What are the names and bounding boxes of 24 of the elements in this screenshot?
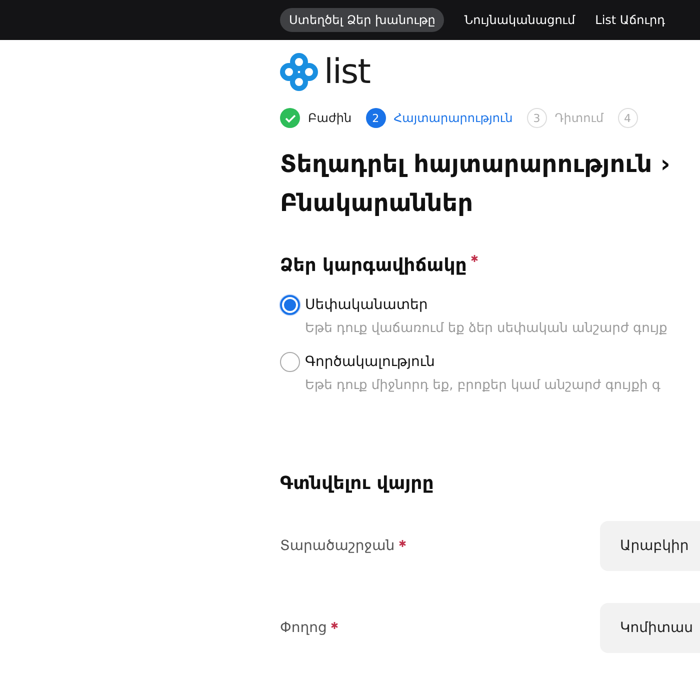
- step-number: 2: [366, 108, 386, 128]
- step-label: Դիտում: [554, 111, 604, 125]
- step-number: 3: [526, 108, 547, 128]
- option-description: Եթե դուք վաճառում եք ձեր սեփական անշարժ գույք: [305, 321, 668, 336]
- radio-button[interactable]: [280, 352, 300, 372]
- radio-label: Սեփականատեր: [305, 297, 428, 313]
- clover-logo-icon: [280, 53, 318, 91]
- nav-link[interactable]: Նույնականացում: [464, 13, 576, 27]
- logo-text: list: [324, 52, 370, 92]
- radio-button[interactable]: [280, 295, 300, 315]
- option-description: Եթե դուք միջնորդ եք, բրոքեր կամ անշարժ գույքի գ: [305, 378, 662, 393]
- field-label: Փողոց: [280, 620, 327, 636]
- select-field[interactable]: Կոմիտաս: [600, 603, 700, 653]
- step-label: Հայտարարություն: [394, 111, 513, 125]
- step-label: Բաժին: [308, 111, 352, 125]
- section-heading: Գտնվելու վայրը: [280, 472, 435, 496]
- select-field[interactable]: Արաբկիր: [600, 521, 700, 571]
- create-shop-button[interactable]: Ստեղծել Ձեր խանութը: [280, 8, 444, 32]
- field-label: Տարածաշրջան: [280, 538, 395, 554]
- step-number: 4: [618, 108, 638, 128]
- nav-link[interactable]: List Աճուրդ: [595, 13, 666, 27]
- radio-label: Գործակալություն: [305, 354, 435, 370]
- section-heading: Ձեր կարգավիճակը: [280, 255, 467, 276]
- page-title: Տեղադրել հայտարարություն › Բնակարաններ: [280, 149, 672, 219]
